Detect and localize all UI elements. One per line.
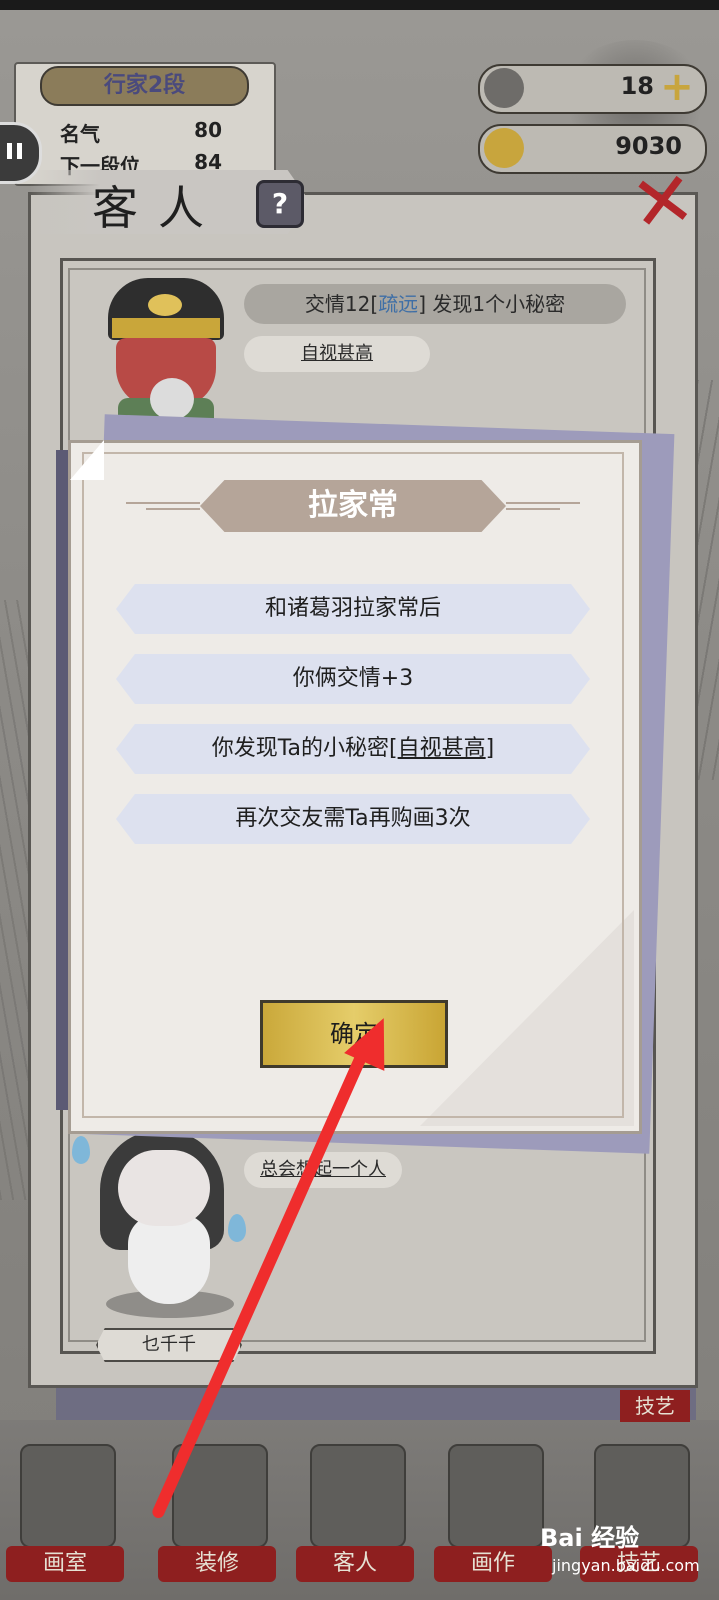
- rank-title: 行家2段: [40, 66, 249, 106]
- status-bar: [0, 0, 719, 10]
- title-ornament-right: [506, 498, 580, 514]
- guest1-beard: [150, 378, 194, 420]
- secret-trait-link[interactable]: 自视甚高: [398, 736, 486, 761]
- nav-studio[interactable]: 画室: [6, 1436, 124, 1586]
- watermark-url: jingyan.baidu.com: [552, 1556, 700, 1575]
- guest2-body: [128, 1214, 210, 1304]
- nav-guests[interactable]: 客人: [296, 1436, 414, 1586]
- yinyang-icon: [148, 294, 182, 316]
- result-line: 你发现Ta的小秘密[自视甚高]: [116, 724, 590, 774]
- paintings-icon: [448, 1444, 544, 1548]
- ink-icon: [484, 68, 524, 108]
- guest2-trait[interactable]: 总会想起一个人: [244, 1152, 402, 1188]
- coin-icon: [484, 128, 524, 168]
- title-ornament-left: [126, 498, 200, 514]
- studio-icon: [20, 1444, 116, 1548]
- nav-guests-label: 客人: [296, 1546, 414, 1582]
- result-line: 再次交友需Ta再购画3次: [116, 794, 590, 844]
- nav-paintings[interactable]: 画作: [434, 1436, 552, 1586]
- reputation-value: 80: [194, 118, 222, 142]
- guests-icon: [310, 1444, 406, 1548]
- result-line: 你俩交情+3: [116, 654, 590, 704]
- panel-title: 客人: [92, 181, 224, 235]
- close-icon[interactable]: ✕: [621, 153, 705, 250]
- skill-tag: 技艺: [620, 1390, 690, 1422]
- reputation-label: 名气: [60, 122, 100, 146]
- ghost-flame-icon: [72, 1136, 90, 1164]
- help-icon[interactable]: ?: [256, 180, 304, 228]
- ink-value: 18: [620, 72, 654, 100]
- guest1-hat-band: [112, 318, 220, 338]
- add-currency-button[interactable]: +: [660, 67, 694, 107]
- result-line: 和诸葛羽拉家常后: [116, 584, 590, 634]
- nav-decorate-label: 装修: [158, 1546, 276, 1582]
- nav-studio-label: 画室: [6, 1546, 124, 1582]
- ghost-flame-icon: [228, 1214, 246, 1242]
- nav-paintings-label: 画作: [434, 1546, 552, 1582]
- guest1-trait[interactable]: 自视甚高: [244, 336, 430, 372]
- guest1-friendship: 交情12[疏远] 发现1个小秘密: [244, 284, 626, 324]
- guest2-face: [118, 1150, 210, 1226]
- dialog-title: 拉家常: [200, 480, 506, 532]
- watermark-brand: Bai 经验: [540, 1524, 640, 1552]
